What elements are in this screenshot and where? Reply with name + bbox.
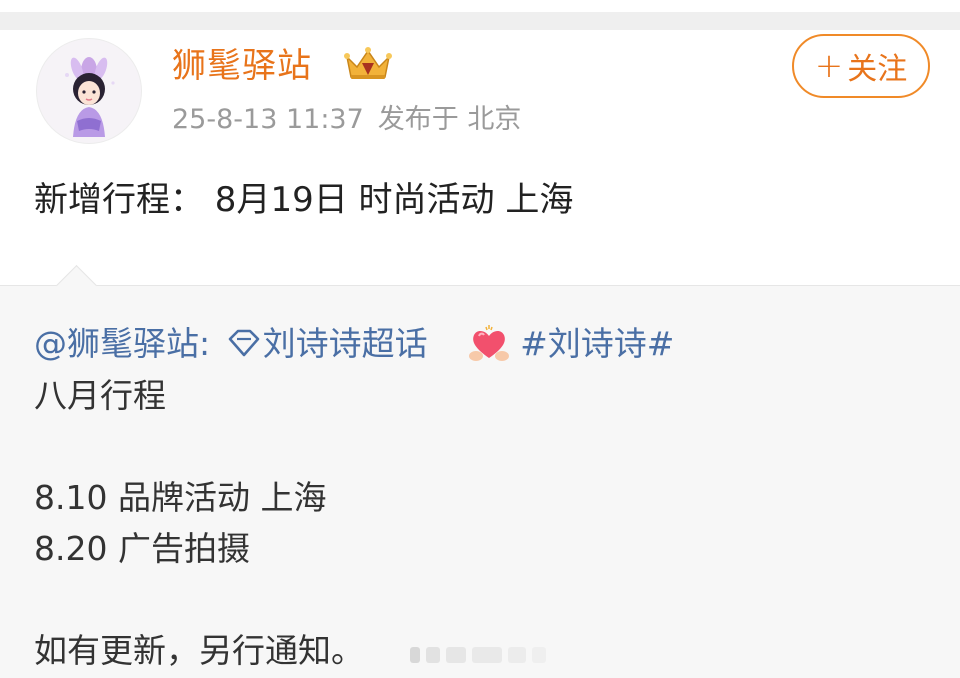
follow-button[interactable]: + 关注	[792, 34, 930, 98]
diamond-icon	[228, 329, 259, 357]
repost-line	[34, 574, 364, 625]
more-text-indicator-icon	[410, 647, 546, 663]
mention-link[interactable]: @狮髦驿站:	[34, 324, 210, 363]
post-text: 新增行程： 8月19日 时尚活动 上海	[34, 180, 574, 220]
follow-label: 关注	[847, 52, 908, 87]
username[interactable]: 狮髦驿站	[172, 44, 312, 88]
post-meta: 25-8-13 11:37 发布于 北京	[172, 100, 521, 140]
avatar[interactable]	[36, 38, 142, 144]
repost-line: 八月行程	[34, 376, 166, 415]
repost-body: 八月行程 8.10 品牌活动 上海 8.20 广告拍摄 如有更新，另行通知。	[34, 370, 364, 676]
repost-line	[34, 421, 364, 472]
heart-hands-emoji-icon	[469, 325, 510, 361]
separator-band	[0, 12, 960, 30]
repost-line: 8.20 广告拍摄	[34, 529, 250, 568]
crown-badge-icon	[344, 47, 392, 79]
hashtag-link[interactable]: #刘诗诗#	[520, 324, 674, 363]
post-location: 发布于 北京	[377, 104, 522, 135]
repost-header: @狮髦驿站: 刘诗诗超话 #刘诗诗#	[34, 322, 674, 366]
repost-line: 8.10 品牌活动 上海	[34, 478, 327, 517]
top-strip	[0, 0, 960, 30]
plus-icon: +	[814, 46, 844, 86]
repost-line: 如有更新，另行通知。	[34, 631, 364, 670]
avatar-illustration	[65, 57, 115, 137]
super-topic-link[interactable]: 刘诗诗超话	[263, 324, 428, 363]
timestamp: 25-8-13 11:37	[172, 104, 364, 135]
